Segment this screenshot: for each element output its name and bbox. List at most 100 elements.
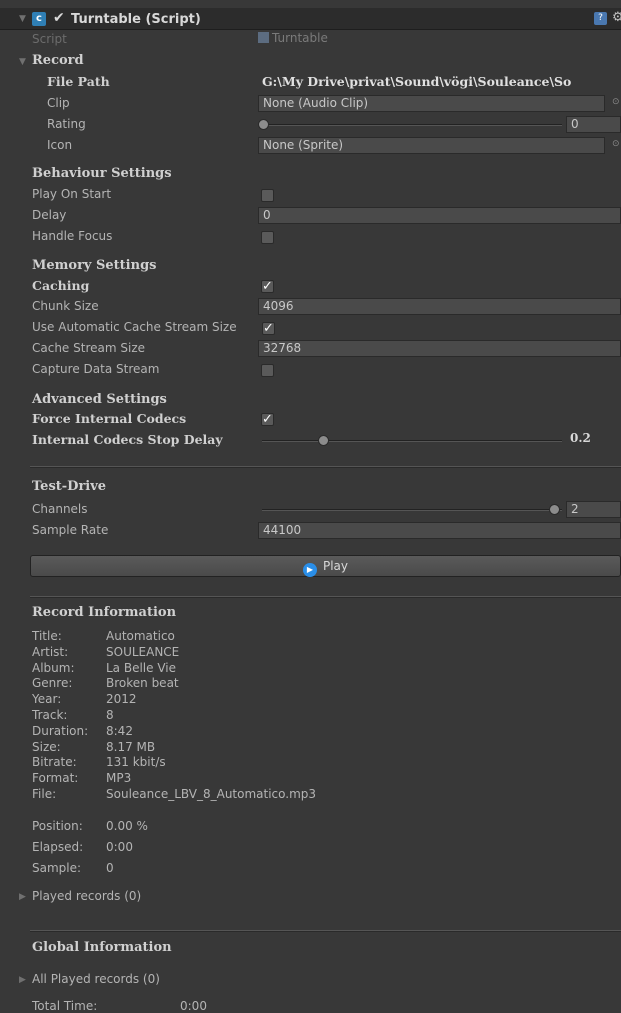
rating-slider-track[interactable] — [262, 124, 562, 126]
info-key: Year: — [32, 692, 62, 707]
record-info-title: Record Information — [32, 605, 177, 620]
icon-field[interactable]: None (Sprite) — [258, 137, 605, 154]
info-value: 2012 — [106, 692, 137, 707]
object-picker-icon[interactable]: ⊙ — [612, 97, 621, 107]
total-time-label: Total Time: — [32, 999, 98, 1013]
foldout-arrow-icon[interactable]: ▼ — [19, 14, 26, 24]
separator — [30, 596, 621, 598]
stop-delay-field[interactable]: 0.2 — [566, 431, 621, 448]
sample-rate-label: Sample Rate — [32, 523, 109, 537]
position-value: 0.00 % — [106, 819, 148, 833]
force-codecs-checkbox[interactable]: ✓ — [261, 413, 274, 426]
chunk-size-label: Chunk Size — [32, 299, 99, 313]
info-key: Bitrate: — [32, 755, 77, 770]
channels-slider-knob[interactable] — [549, 504, 560, 515]
separator — [30, 466, 621, 468]
info-value: Broken beat — [106, 676, 179, 691]
sample-value: 0 — [106, 861, 114, 875]
position-label: Position: — [32, 819, 83, 833]
help-icon[interactable]: ? — [594, 12, 607, 25]
info-value: 8:42 — [106, 723, 133, 738]
elapsed-label: Elapsed: — [32, 840, 84, 854]
info-key: Duration: — [32, 723, 89, 738]
elapsed-value: 0:00 — [106, 840, 133, 854]
info-key: Album: — [32, 660, 75, 675]
component-header[interactable]: ▼ c ✔ Turntable (Script) ? ⚙ — [0, 8, 621, 30]
auto-cache-checkbox[interactable]: ✓ — [262, 322, 275, 335]
info-value: 8.17 MB — [106, 739, 156, 754]
delay-label: Delay — [32, 208, 67, 222]
info-value: Automatico — [106, 629, 175, 643]
play-on-start-checkbox[interactable] — [261, 189, 274, 202]
test-drive-title: Test-Drive — [32, 479, 107, 494]
clip-field[interactable]: None (Audio Clip) — [258, 95, 605, 112]
behaviour-title: Behaviour Settings — [32, 166, 172, 181]
all-played-foldout-icon[interactable]: ▶ — [19, 975, 26, 985]
info-value: La Belle Vie — [106, 660, 176, 675]
info-key: Size: — [32, 739, 61, 754]
script-icon: c — [32, 12, 46, 26]
record-info-keys: Title: Artist: Album: Genre: Year: Track: Dura… — [32, 629, 88, 803]
channels-slider-track[interactable] — [262, 509, 562, 511]
info-key: File: — [32, 786, 57, 801]
cache-stream-field[interactable]: 32768 — [258, 340, 621, 357]
component-title: Turntable (Script) — [71, 12, 201, 27]
info-value: MP3 — [106, 771, 132, 786]
played-records-foldout-icon[interactable]: ▶ — [19, 892, 26, 902]
caching-checkbox[interactable]: ✓ — [261, 280, 274, 293]
chunk-size-field[interactable]: 4096 — [258, 298, 621, 315]
separator — [30, 930, 621, 932]
rating-slider-knob[interactable] — [258, 119, 269, 130]
file-path-field[interactable]: G:\My Drive\privat\Sound\vögi\Souleance\… — [262, 74, 621, 91]
clip-label: Clip — [47, 96, 70, 110]
rating-label: Rating — [47, 117, 86, 131]
total-time-value: 0:00 — [180, 999, 207, 1013]
played-records-foldout[interactable]: Played records (0) — [32, 889, 141, 903]
script-field[interactable]: Turntable — [258, 31, 621, 48]
record-title[interactable]: Record — [32, 53, 84, 68]
file-path-label: File Path — [47, 74, 110, 89]
play-label: Play — [322, 559, 349, 573]
sprite-picker-icon[interactable]: ⊙ — [612, 139, 621, 149]
play-on-start-label: Play On Start — [32, 187, 112, 201]
channels-field[interactable]: 2 — [566, 501, 621, 518]
record-foldout-icon[interactable]: ▼ — [19, 57, 26, 67]
script-asset-icon — [258, 32, 269, 43]
caching-label: Caching — [32, 278, 90, 293]
play-button[interactable]: ▶ Play — [30, 555, 621, 577]
play-icon: ▶ — [302, 563, 317, 577]
info-key: Genre: — [32, 676, 73, 691]
force-codecs-label: Force Internal Codecs — [32, 411, 187, 426]
capture-label: Capture Data Stream — [32, 362, 160, 376]
sample-label: Sample: — [32, 861, 82, 875]
component-enabled-checkbox[interactable]: ✔ — [53, 10, 65, 26]
rating-field[interactable]: 0 — [566, 116, 621, 133]
handle-focus-checkbox[interactable] — [261, 231, 274, 244]
info-key: Artist: — [32, 644, 69, 659]
script-value: Turntable — [272, 31, 328, 45]
global-info-title: Global Information — [32, 940, 172, 955]
channels-label: Channels — [32, 502, 88, 516]
info-value: Souleance_LBV_8_Automatico.mp3 — [106, 786, 317, 801]
info-key: Title: — [32, 629, 62, 643]
info-key: Format: — [32, 771, 79, 786]
info-key: Track: — [32, 707, 68, 722]
script-label: Script — [32, 32, 67, 46]
icon-label: Icon — [47, 138, 73, 152]
stop-delay-slider-knob[interactable] — [317, 435, 329, 446]
memory-title: Memory Settings — [32, 258, 157, 273]
handle-focus-label: Handle Focus — [32, 229, 113, 243]
delay-field[interactable]: 0 — [258, 207, 621, 224]
auto-cache-label: Use Automatic Cache Stream Size — [32, 320, 237, 334]
capture-checkbox[interactable] — [261, 364, 274, 377]
cache-stream-label: Cache Stream Size — [32, 341, 145, 355]
info-value: 8 — [106, 707, 114, 722]
info-value: SOULEANCE — [106, 644, 180, 659]
stop-delay-slider-track[interactable] — [262, 440, 562, 442]
stop-delay-label: Internal Codecs Stop Delay — [32, 432, 223, 447]
gear-icon[interactable]: ⚙ — [612, 10, 621, 25]
sample-rate-field[interactable]: 44100 — [258, 522, 621, 539]
all-played-foldout[interactable]: All Played records (0) — [32, 972, 160, 986]
info-value: 131 kbit/s — [106, 755, 166, 770]
record-info-values: Automatico SOULEANCE La Belle Vie Broken be… — [106, 629, 316, 803]
